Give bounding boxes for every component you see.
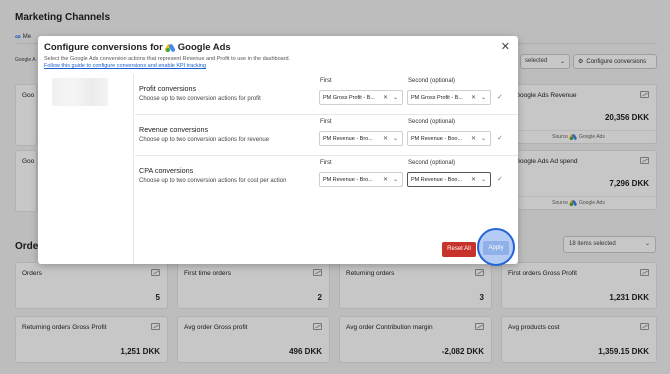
first-conversion-select[interactable]: PM Revenue - Bro... ✕ ⌄ [319, 131, 403, 146]
guide-link[interactable]: Follow this guide to configure conversio… [44, 63, 504, 69]
first-conversion-select[interactable]: PM Revenue - Bro... ✕ ⌄ [319, 172, 403, 187]
second-label: Second (optional) [408, 160, 456, 166]
select-value: PM Revenue - Boo... [411, 136, 463, 142]
blurred-account-placeholder [52, 78, 108, 106]
modal-subtitle: Select the Google Ads conversion actions… [44, 56, 291, 62]
chevron-down-icon: ⌄ [480, 136, 486, 142]
conversion-row-cpa: CPA conversions Choose up to two convers… [135, 156, 518, 196]
select-value: PM Revenue - Bro... [323, 136, 373, 142]
second-label: Second (optional) [408, 119, 456, 125]
second-conversion-select[interactable]: PM Revenue - Boo... ✕ ⌄ [407, 131, 491, 146]
conversion-row-revenue: Revenue conversions Choose up to two con… [135, 115, 518, 155]
chevron-down-icon: ⌄ [480, 95, 486, 101]
chevron-down-icon: ⌄ [392, 95, 398, 101]
google-ads-icon [164, 43, 176, 52]
first-label: First [320, 160, 332, 166]
clear-icon[interactable]: ✕ [383, 176, 388, 183]
conversion-row-profit: Profit conversions Choose up to two conv… [135, 74, 518, 114]
check-icon: ✓ [497, 94, 503, 101]
modal-title-text: Configure conversions for [44, 42, 163, 53]
reset-all-button[interactable]: Reset All [442, 242, 476, 257]
second-conversion-select[interactable]: PM Revenue - Boo... ✕ ⌄ [407, 172, 491, 187]
select-value: PM Revenue - Boo... [411, 177, 463, 183]
clear-icon[interactable]: ✕ [471, 135, 476, 142]
modal-title-brand: Google Ads [177, 42, 231, 53]
select-value: PM Revenue - Bro... [323, 177, 373, 183]
close-icon[interactable]: ✕ [501, 42, 510, 53]
chevron-down-icon: ⌄ [392, 136, 398, 142]
second-conversion-select[interactable]: PM Gross Profit - B... ✕ ⌄ [407, 90, 491, 105]
row-title: Revenue conversions [139, 125, 209, 134]
modal-header: Configure conversions for Google Ads Sel… [44, 42, 504, 69]
first-conversion-select[interactable]: PM Gross Profit - B... ✕ ⌄ [319, 90, 403, 105]
clear-icon[interactable]: ✕ [471, 176, 476, 183]
second-label: Second (optional) [408, 78, 456, 84]
first-label: First [320, 119, 332, 125]
row-title: Profit conversions [139, 84, 197, 93]
chevron-down-icon: ⌄ [392, 177, 398, 183]
check-icon: ✓ [497, 176, 503, 183]
check-icon: ✓ [497, 135, 503, 142]
select-value: PM Gross Profit - B... [411, 95, 463, 101]
row-description: Choose up to two conversion actions for … [139, 178, 287, 184]
clear-icon[interactable]: ✕ [383, 135, 388, 142]
chevron-down-icon: ⌄ [480, 177, 486, 183]
configure-conversions-modal: Configure conversions for Google Ads Sel… [38, 36, 518, 264]
select-value: PM Gross Profit - B... [323, 95, 375, 101]
row-title: CPA conversions [139, 166, 194, 175]
row-description: Choose up to two conversion actions for … [139, 137, 270, 143]
first-label: First [320, 78, 332, 84]
row-description: Choose up to two conversion actions for … [139, 96, 261, 102]
apply-button[interactable]: Apply [483, 241, 509, 255]
clear-icon[interactable]: ✕ [383, 94, 388, 101]
clear-icon[interactable]: ✕ [471, 94, 476, 101]
modal-left-pane [38, 74, 134, 264]
modal-title: Configure conversions for Google Ads [44, 42, 504, 53]
